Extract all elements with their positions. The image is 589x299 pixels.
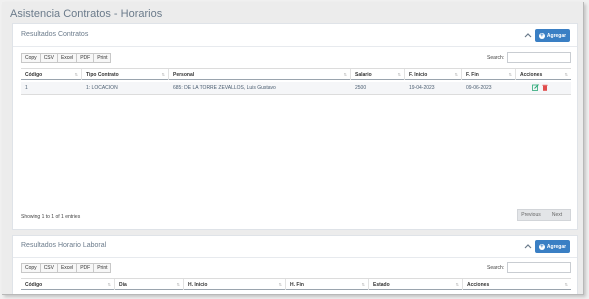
- column-header-personal[interactable]: Personal ⇅: [169, 69, 351, 80]
- table-info: Showing 1 to 1 of 1 entries: [21, 214, 81, 220]
- sort-icon: ⇅: [397, 72, 401, 77]
- search-input[interactable]: [507, 262, 571, 273]
- search-input[interactable]: [507, 52, 571, 63]
- schedule-panel-title: Resultados Horario Laboral: [21, 242, 107, 249]
- column-header-f-fin[interactable]: F. Fin ⇅: [462, 69, 516, 80]
- schedule-panel: Resultados Horario Laboral + Agregar Cop…: [12, 235, 578, 294]
- excel-button[interactable]: Excel: [56, 263, 78, 273]
- column-header-salario[interactable]: Salario ⇅: [351, 69, 405, 80]
- cell-codigo: 1: [25, 85, 28, 91]
- sort-icon: ⇅: [74, 72, 78, 77]
- panel-divider: [13, 257, 577, 258]
- app-window: Asistencia Contratos - Horarios Resultad…: [2, 2, 584, 295]
- cell-personal: 685: DE LA TORRE ZEVALLOS, Luis Gustavo: [173, 85, 276, 91]
- sort-icon: ⇅: [343, 72, 347, 77]
- sort-icon: ⇅: [564, 282, 568, 287]
- excel-button[interactable]: Excel: [56, 53, 78, 63]
- pagination: Previous Next: [517, 209, 571, 221]
- contracts-panel: Resultados Contratos + Agregar Copy CSV …: [12, 23, 578, 230]
- edit-icon[interactable]: [532, 84, 539, 91]
- page-title: Asistencia Contratos - Horarios: [10, 8, 163, 20]
- print-button[interactable]: Print: [93, 53, 112, 63]
- column-header-h-inicio[interactable]: H. Inicio ⇅: [184, 279, 286, 290]
- sort-icon: ⇅: [161, 72, 165, 77]
- cell-f-fin: 09-06-2023: [466, 85, 492, 91]
- sort-icon: ⇅: [107, 282, 111, 287]
- sort-icon: ⇅: [508, 72, 512, 77]
- copy-button[interactable]: Copy: [21, 53, 41, 63]
- add-schedule-label: Agregar: [546, 243, 567, 250]
- table-header: Código ⇅ Día ⇅ H. Inicio ⇅ H. Fin ⇅ Estado ⇅ …: [21, 278, 571, 290]
- column-header-codigo[interactable]: Código ⇅: [21, 279, 115, 290]
- previous-button[interactable]: Previous: [518, 210, 544, 220]
- trash-icon[interactable]: [542, 84, 548, 91]
- column-header-acciones[interactable]: Acciones ⇅: [516, 69, 571, 80]
- column-header-f-inicio[interactable]: F. Inicio ⇅: [405, 69, 462, 80]
- next-button[interactable]: Next: [544, 210, 570, 220]
- sort-icon: ⇅: [564, 72, 568, 77]
- panel-divider: [13, 46, 577, 47]
- table-header: Código ⇅ Tipo Contrato ⇅ Personal ⇅ Salario…: [21, 68, 571, 80]
- chevron-up-icon[interactable]: [523, 242, 533, 250]
- cell-f-inicio: 19-04-2023: [409, 85, 435, 91]
- export-buttons: Copy CSV Excel PDF Print: [21, 53, 112, 63]
- column-header-codigo[interactable]: Código ⇅: [21, 69, 82, 80]
- export-buttons: Copy CSV Excel PDF Print: [21, 263, 112, 273]
- sort-icon: ⇅: [454, 72, 458, 77]
- chevron-up-icon[interactable]: [523, 31, 533, 39]
- column-header-dia[interactable]: Día ⇅: [115, 279, 184, 290]
- sort-icon: ⇅: [455, 282, 459, 287]
- print-button[interactable]: Print: [93, 263, 112, 273]
- cell-tipo-contrato: 1: LOCACION: [86, 85, 118, 91]
- plus-circle-icon: +: [538, 243, 545, 250]
- sort-icon: ⇅: [361, 282, 365, 287]
- column-header-h-fin[interactable]: H. Fin ⇅: [286, 279, 369, 290]
- sort-icon: ⇅: [278, 282, 282, 287]
- add-contract-label: Agregar: [546, 32, 567, 39]
- pdf-button[interactable]: PDF: [76, 263, 95, 273]
- search-label: Search:: [487, 55, 505, 61]
- sort-icon: ⇅: [176, 282, 180, 287]
- table-row[interactable]: 1 1: LOCACION 685: DE LA TORRE ZEVALLOS,…: [21, 82, 571, 95]
- cell-salario: 2500: [355, 85, 367, 91]
- column-header-tipo-contrato[interactable]: Tipo Contrato ⇅: [82, 69, 169, 80]
- add-schedule-button[interactable]: + Agregar: [535, 240, 570, 253]
- copy-button[interactable]: Copy: [21, 263, 41, 273]
- plus-circle-icon: +: [538, 32, 545, 39]
- column-header-acciones[interactable]: Acciones ⇅: [463, 279, 571, 290]
- column-header-estado[interactable]: Estado ⇅: [369, 279, 463, 290]
- search-label: Search:: [487, 265, 505, 271]
- contracts-panel-title: Resultados Contratos: [21, 31, 89, 38]
- csv-button[interactable]: CSV: [39, 263, 58, 273]
- csv-button[interactable]: CSV: [39, 53, 58, 63]
- pdf-button[interactable]: PDF: [76, 53, 95, 63]
- add-contract-button[interactable]: + Agregar: [535, 29, 570, 42]
